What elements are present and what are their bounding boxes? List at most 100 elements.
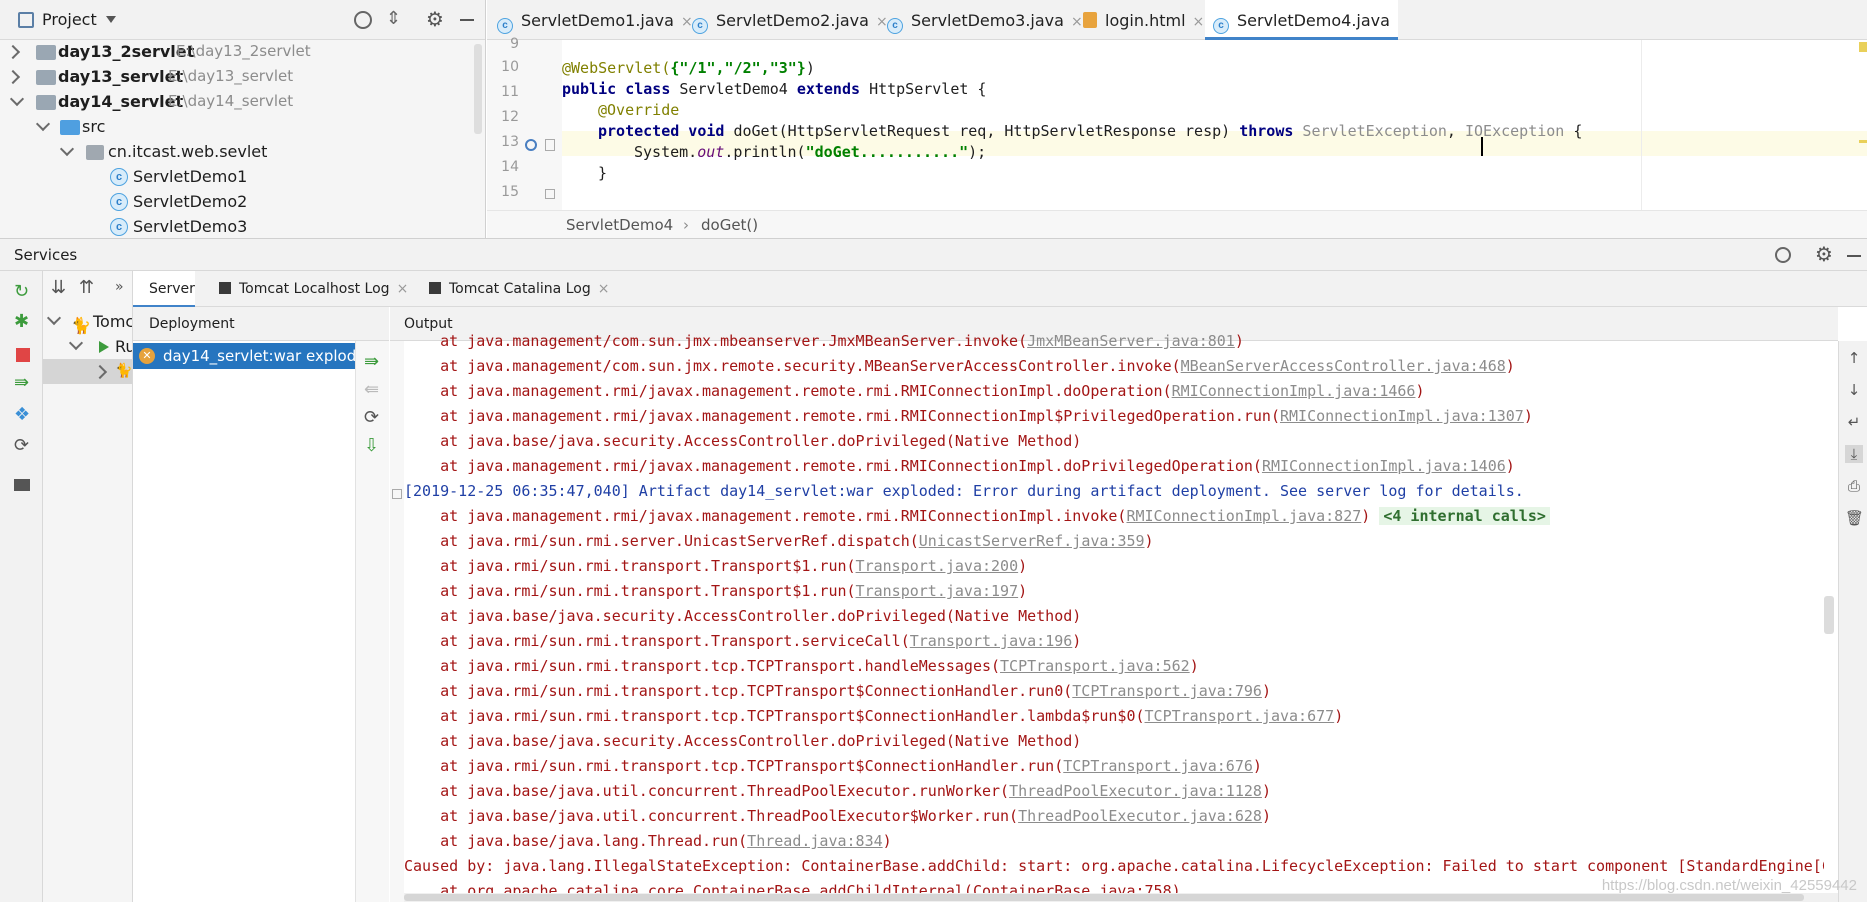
chevron-right-icon[interactable] [5,69,21,85]
source-link[interactable]: TCPTransport.java:796 [1072,682,1262,700]
arrow-up-icon[interactable]: ↑ [1845,349,1863,367]
collapse-all-icon[interactable]: ⇕ [386,8,401,29]
console-text: at java.rmi/sun.rmi.server.UnicastServer… [404,532,919,550]
tree-item-running[interactable]: Ru [43,334,132,359]
print-icon[interactable]: ⎙ [1845,477,1863,495]
gear-icon[interactable]: ⚙ [426,7,444,31]
trash-icon[interactable]: 🗑 [1845,509,1864,527]
source-link[interactable]: RMIConnectionImpl.java:827 [1126,507,1361,525]
layout-icon[interactable] [14,479,30,491]
tab-servletdemo1[interactable]: c ServletDemo1.java × [497,0,693,40]
fold-icon[interactable] [545,189,555,199]
field-reference: out [697,143,725,161]
breadcrumb-method[interactable]: doGet() [701,211,758,239]
rerun-icon[interactable]: ↻ [14,283,32,301]
download-icon[interactable]: ⇩ [364,435,379,456]
source-link[interactable]: ThreadPoolExecutor.java:1128 [1009,782,1262,800]
override-method-icon[interactable] [525,139,537,151]
artifact-icon[interactable]: ❖ [14,406,32,424]
tab-tomcat-localhost-log[interactable]: Tomcat Localhost Log × [219,271,408,307]
tab-server[interactable]: Server [133,271,195,307]
tree-item-package[interactable]: cn.itcast.web.sevlet [0,139,485,164]
debug-icon[interactable]: ✱ [14,313,32,331]
console-text: ) [882,832,892,850]
deployment-item[interactable]: ✕ day14_servlet:war exploded [133,343,355,369]
source-link[interactable]: TCPTransport.java:677 [1145,707,1335,725]
more-icon[interactable]: » [115,279,124,295]
deploy-icon[interactable]: ⇛ [364,351,379,372]
close-icon[interactable]: × [397,281,409,297]
close-icon[interactable]: × [681,14,693,30]
chevron-down-icon[interactable] [46,310,62,326]
code-line-15[interactable]: } [562,161,1867,186]
tab-tomcat-catalina-log[interactable]: Tomcat Catalina Log × [429,271,609,307]
tree-item-servletdemo1[interactable]: c ServletDemo1 [0,164,485,189]
tab-servletdemo3[interactable]: c ServletDemo3.java × [887,0,1083,40]
tree-item-tomcat[interactable]: 🐈 Tomc [43,309,132,335]
horizontal-scrollbar-thumb[interactable] [404,894,1804,901]
gear-icon[interactable]: ⚙ [1815,242,1833,266]
collapse-all-icon[interactable]: ⇈ [79,277,94,298]
vertical-scrollbar-thumb[interactable] [1824,596,1834,634]
dropdown-chevron-icon[interactable] [106,16,116,23]
stop-icon[interactable] [16,348,30,362]
close-icon[interactable]: × [1193,14,1205,30]
console-text: at java.management/com.sun.jmx.remote.se… [404,357,1181,375]
internal-calls-fold[interactable]: <4 internal calls> [1379,507,1550,525]
arrow-down-icon[interactable]: ↓ [1845,381,1863,399]
tab-servletdemo2[interactable]: c ServletDemo2.java × [692,0,888,40]
source-link[interactable]: Transport.java:197 [856,582,1019,600]
deploy-icon[interactable]: ⇛ [14,374,32,392]
close-icon[interactable]: × [876,14,888,30]
globe-icon[interactable] [1775,247,1791,263]
source-link[interactable]: TCPTransport.java:562 [1000,657,1190,675]
source-link[interactable]: RMIConnectionImpl.java:1406 [1262,457,1506,475]
project-title[interactable]: Project [42,0,97,40]
editor-scroll-marker[interactable] [1859,42,1867,52]
console-error-line: at java.rmi/sun.rmi.transport.Transport.… [404,629,1824,654]
tree-item-name: day13_2servlet [58,42,195,61]
fold-icon[interactable] [392,489,402,499]
close-icon[interactable]: × [1071,14,1083,30]
tree-item-day14-servlet[interactable]: day14_servlet E:\day14_servlet [0,89,485,114]
tree-item-servletdemo3[interactable]: c ServletDemo3 [0,214,485,238]
source-link[interactable]: Transport.java:196 [910,632,1073,650]
refresh-icon[interactable]: ⟳ [14,437,32,455]
chevron-right-icon[interactable] [5,44,21,60]
chevron-down-icon[interactable] [35,116,51,132]
tree-item-day13-2servlet[interactable]: day13_2servlet E:\day13_2servlet [0,39,485,64]
refresh-icon[interactable]: ⟳ [364,407,379,428]
source-link[interactable]: RMIConnectionImpl.java:1307 [1280,407,1524,425]
tree-item-servletdemo2[interactable]: c ServletDemo2 [0,189,485,214]
locate-icon[interactable] [354,11,372,29]
source-link[interactable]: Transport.java:200 [856,557,1019,575]
source-link[interactable]: JmxMBeanServer.java:801 [1027,332,1235,350]
source-link[interactable]: ThreadPoolExecutor.java:628 [1018,807,1262,825]
chevron-right-icon[interactable] [92,364,108,380]
breadcrumb-class[interactable]: ServletDemo4 [566,211,673,239]
tab-label: ServletDemo3.java [911,11,1064,30]
soft-wrap-icon[interactable]: ↵ [1845,413,1863,431]
chevron-down-icon[interactable] [9,91,25,107]
chevron-down-icon[interactable] [59,141,75,157]
scroll-to-end-icon[interactable]: ⤓ [1845,445,1863,463]
close-icon[interactable]: × [598,281,610,297]
undeploy-icon[interactable]: ⇚ [364,379,379,400]
tab-servletdemo4[interactable]: c ServletDemo4.java [1205,0,1398,40]
tree-item-instance[interactable]: 🐈 [43,359,132,384]
minimize-icon[interactable] [1847,255,1861,257]
source-link[interactable]: TCPTransport.java:676 [1063,757,1253,775]
tree-item-day13-servlet[interactable]: day13_servlet E:\day13_servlet [0,64,485,89]
fold-icon[interactable] [545,139,555,151]
source-link[interactable]: RMIConnectionImpl.java:1466 [1172,382,1416,400]
editor-scroll-marker[interactable] [1859,140,1867,143]
source-link[interactable]: MBeanServerAccessController.java:468 [1181,357,1506,375]
chevron-down-icon[interactable] [68,335,84,351]
project-scrollbar[interactable] [474,44,482,134]
tree-item-src[interactable]: src [0,114,485,139]
minimize-icon[interactable] [460,19,474,21]
expand-all-icon[interactable]: ⇊ [51,277,66,298]
tab-login-html[interactable]: login.html × [1083,0,1204,40]
source-link[interactable]: UnicastServerRef.java:359 [919,532,1145,550]
source-link[interactable]: Thread.java:834 [747,832,882,850]
